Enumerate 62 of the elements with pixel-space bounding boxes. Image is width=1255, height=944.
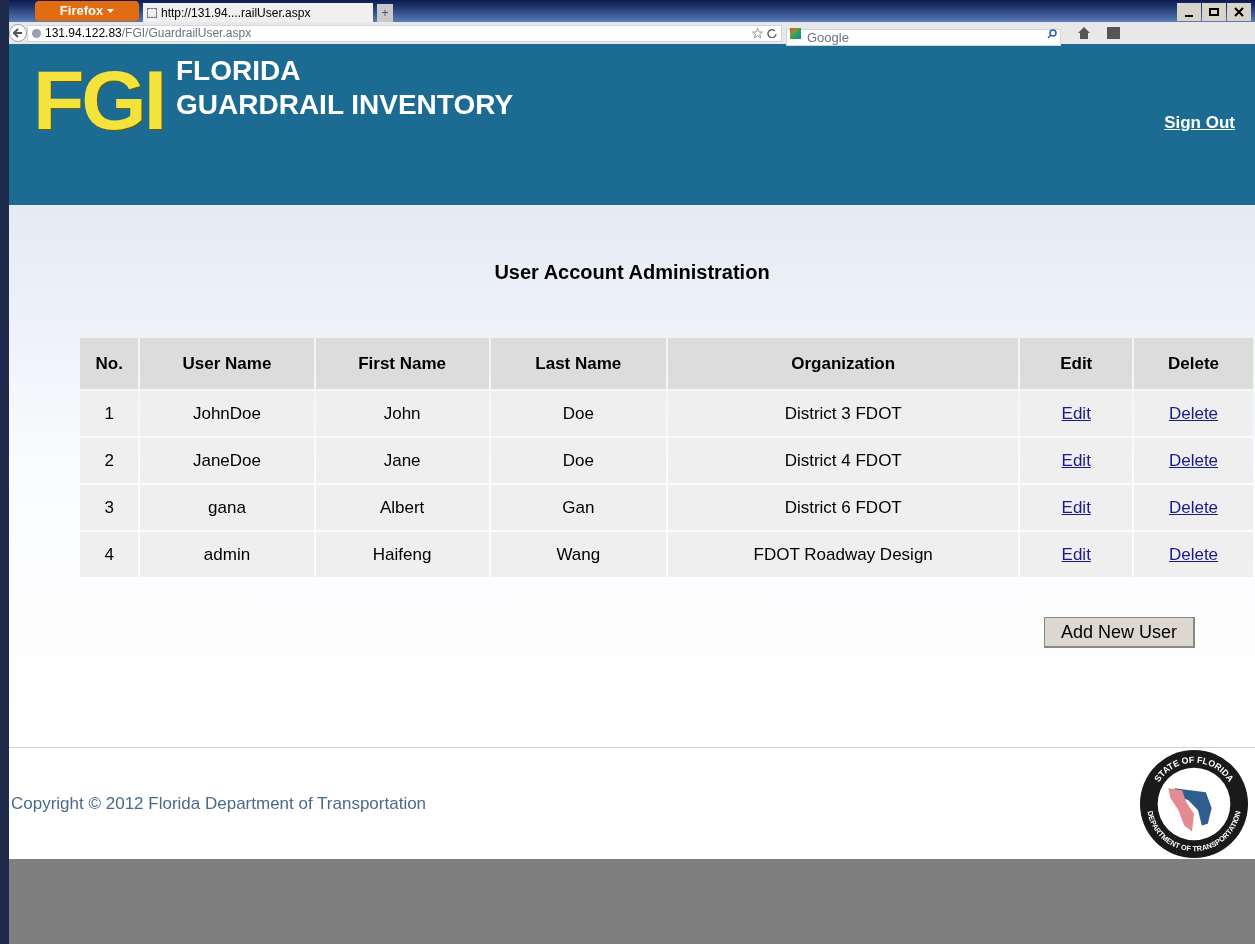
table-cell: gana xyxy=(140,485,314,530)
delete-link[interactable]: Delete xyxy=(1168,450,1219,470)
edit-link[interactable]: Edit xyxy=(1061,403,1091,423)
copyright-text: Copyright © 2012 Florida Department of Transportation xyxy=(11,792,428,815)
minimize-icon xyxy=(1185,15,1193,17)
sign-out-link[interactable]: Sign Out xyxy=(1164,110,1235,136)
table-cell: Jane xyxy=(315,438,489,483)
delete-link[interactable]: Delete xyxy=(1168,497,1219,517)
back-arrow-icon xyxy=(13,28,23,38)
table-cell: Wang xyxy=(490,532,666,577)
address-field[interactable]: 131.94.122.83/FGI/GuardrailUser.aspx xyxy=(27,24,782,42)
table-cell: District 3 FDOT xyxy=(667,391,1019,436)
edit-link[interactable]: Edit xyxy=(1061,497,1091,517)
table-cell: Haifeng xyxy=(315,532,489,577)
column-header: Edit xyxy=(1020,338,1132,389)
column-header: First Name xyxy=(315,338,489,389)
column-header: Organization xyxy=(667,338,1019,389)
table-cell: 4 xyxy=(80,532,139,577)
restore-button[interactable] xyxy=(1202,3,1226,21)
search-icon xyxy=(1047,28,1057,39)
column-header: Last Name xyxy=(490,338,666,389)
delete-link[interactable]: Delete xyxy=(1168,403,1219,423)
table-cell: District 4 FDOT xyxy=(667,438,1019,483)
column-header: User Name xyxy=(140,338,314,389)
page-icon xyxy=(147,7,157,18)
table-cell: 1 xyxy=(80,391,139,436)
table-cell: Albert xyxy=(315,485,489,530)
back-button[interactable] xyxy=(9,24,27,42)
table-cell: Gan xyxy=(490,485,666,530)
tab-title: http://131.94....railUser.aspx xyxy=(161,4,311,22)
new-tab-button[interactable]: + xyxy=(377,4,393,22)
restore-icon xyxy=(1209,8,1219,16)
site-title-line: FLORIDA xyxy=(176,54,302,88)
delete-link[interactable]: Delete xyxy=(1168,544,1219,564)
search-field[interactable]: Google xyxy=(786,28,1061,46)
table-cell: JohnDoe xyxy=(140,391,314,436)
page-title: User Account Administration xyxy=(493,260,771,285)
edit-link[interactable]: Edit xyxy=(1061,450,1091,470)
edit-link[interactable]: Edit xyxy=(1061,544,1091,564)
browser-tab[interactable]: http://131.94....railUser.aspx xyxy=(143,3,373,22)
add-user-button[interactable]: Add New User xyxy=(1043,617,1195,648)
site-title-line: GUARDRAIL INVENTORY xyxy=(176,88,514,122)
table-cell: 3 xyxy=(80,485,139,530)
close-icon xyxy=(1234,7,1244,17)
table-cell: Doe xyxy=(490,391,666,436)
table-cell: Doe xyxy=(490,438,666,483)
table-cell: 2 xyxy=(80,438,139,483)
column-header: No. xyxy=(80,338,139,389)
table-cell: JaneDoe xyxy=(140,438,314,483)
table-cell: John xyxy=(315,391,489,436)
table-cell: District 6 FDOT xyxy=(667,485,1019,530)
caret-icon xyxy=(107,9,115,13)
home-icon[interactable] xyxy=(1077,26,1091,40)
column-header: Delete xyxy=(1134,338,1253,389)
reload-icon[interactable] xyxy=(767,28,777,38)
star-icon[interactable] xyxy=(752,27,763,39)
minimize-button[interactable] xyxy=(1177,3,1201,21)
table-cell: FDOT Roadway Design xyxy=(667,532,1019,577)
close-button[interactable] xyxy=(1227,3,1251,21)
address-text: 131.94.122.83/FGI/GuardrailUser.aspx xyxy=(45,25,252,42)
logo-letters: FGI xyxy=(33,52,165,148)
table-cell: admin xyxy=(140,532,314,577)
